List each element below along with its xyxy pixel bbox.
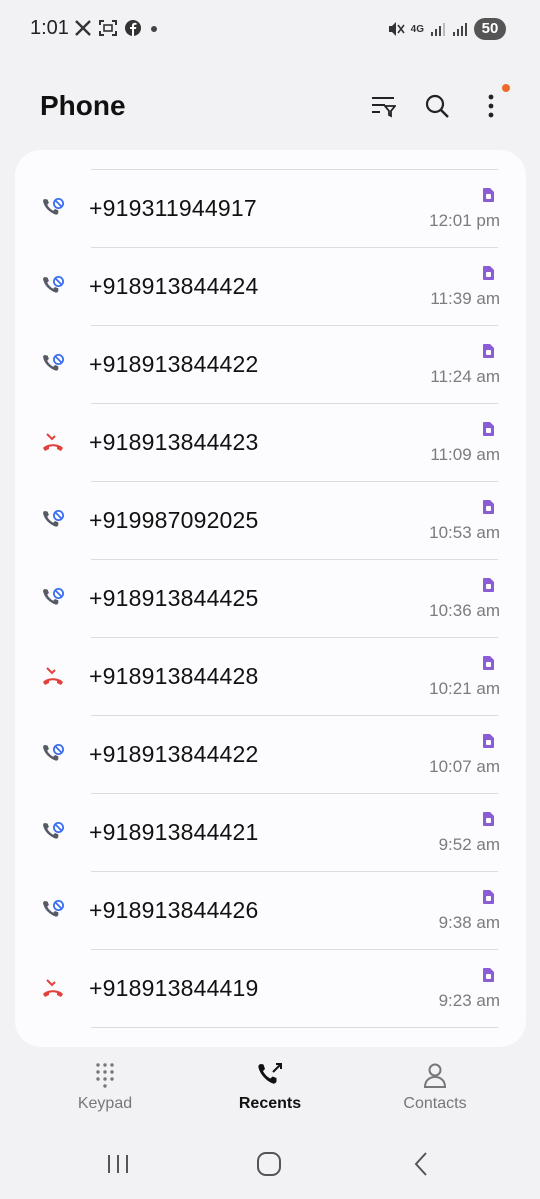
- tab-label: Recents: [238, 1095, 302, 1112]
- notification-dot: [502, 84, 510, 92]
- search-icon: [425, 94, 449, 118]
- phone-number: +918913844425: [89, 585, 259, 611]
- call-time: 11:24 am: [430, 367, 500, 386]
- phone-number: +918913844428: [89, 663, 259, 689]
- search-button[interactable]: [422, 90, 452, 122]
- call-time: 10:07 am: [429, 757, 500, 776]
- tab-label: Keypad: [77, 1095, 133, 1112]
- phone-number: +918913844422: [89, 741, 259, 767]
- blocked-call-icon: [43, 198, 64, 215]
- blocked-call-icon: [43, 276, 64, 293]
- call-time: 9:38 am: [438, 913, 500, 932]
- call-time: 10:21 am: [429, 679, 500, 698]
- home-icon: [257, 1152, 281, 1176]
- sim-icon: [483, 188, 494, 202]
- sim-icon: [483, 968, 494, 982]
- call-log-item[interactable]: +919987092025 10:53 am: [15, 482, 526, 560]
- sim-icon: [483, 890, 494, 904]
- call-time: 9:23 am: [438, 991, 500, 1010]
- phone-number: +918913844423: [89, 429, 259, 455]
- recent-apps-icon: [108, 1155, 128, 1173]
- blocked-call-icon: [43, 588, 64, 605]
- back-icon: [414, 1152, 427, 1176]
- status-system-icons: 4G 50: [387, 18, 506, 40]
- status-notification-icons: [74, 19, 160, 37]
- network-type: 4G: [410, 23, 424, 35]
- partial-list-item: [15, 150, 526, 170]
- phone-number: +919311944917: [89, 195, 257, 221]
- blocked-call-icon: [43, 510, 64, 527]
- call-time: 9:52 am: [438, 835, 500, 854]
- keypad-icon: [96, 1063, 114, 1088]
- call-time: 12:01 pm: [429, 211, 500, 230]
- status-bar: 1:01 4G 50: [0, 0, 540, 60]
- recents-icon: [258, 1063, 282, 1084]
- home-button[interactable]: [254, 1150, 284, 1178]
- tab-contacts[interactable]: Contacts: [345, 1055, 525, 1125]
- call-log-item[interactable]: +918913844423 11:09 am: [15, 404, 526, 482]
- missed-call-icon: [43, 433, 63, 451]
- call-log-item[interactable]: +918913844424 11:39 am: [15, 248, 526, 326]
- app-actions: [368, 84, 510, 122]
- sim-icon: [483, 266, 494, 280]
- phone-number: +918913844419: [89, 975, 259, 1001]
- call-time: 10:53 am: [429, 523, 500, 542]
- missed-call-icon: [43, 667, 63, 685]
- call-time: 11:39 am: [430, 289, 500, 308]
- filter-button[interactable]: [368, 90, 398, 122]
- contacts-icon: [423, 1063, 447, 1088]
- phone-number: +918913844426: [89, 897, 259, 923]
- filter-icon: [372, 97, 396, 118]
- dot-icon: [151, 26, 157, 32]
- bottom-navigation: Keypad Recents Contacts: [0, 1055, 540, 1125]
- sim-icon: [483, 578, 494, 592]
- facebook-icon: [125, 20, 141, 36]
- call-log-item[interactable]: +918913844428 10:21 am: [15, 638, 526, 716]
- signal-icon-2: [453, 23, 467, 36]
- call-time: 11:09 am: [430, 445, 500, 464]
- signal-icon: [431, 23, 445, 36]
- x-icon: [75, 20, 91, 36]
- mute-icon: [388, 22, 405, 36]
- tab-recents[interactable]: Recents: [180, 1055, 360, 1125]
- call-log-item[interactable]: +918913844426 9:38 am: [15, 872, 526, 950]
- sim-icon: [483, 734, 494, 748]
- status-time: 1:01: [30, 17, 69, 39]
- tab-label: Contacts: [403, 1095, 467, 1112]
- call-log-item[interactable]: +918913844422 10:07 am: [15, 716, 526, 794]
- page-title: Phone: [40, 90, 126, 121]
- call-log-item[interactable]: +919311944917 12:01 pm: [15, 170, 526, 248]
- blocked-call-icon: [43, 354, 64, 371]
- phone-number: +918913844422: [89, 351, 259, 377]
- sim-icon: [483, 812, 494, 826]
- sim-icon: [483, 656, 494, 670]
- phone-number: +918913844421: [89, 819, 259, 845]
- more-options-button[interactable]: [476, 84, 510, 122]
- app-bar: Phone: [0, 76, 540, 136]
- call-log-item[interactable]: +918913844419 9:23 am: [15, 950, 526, 1028]
- call-time: 10:36 am: [429, 601, 500, 620]
- blocked-call-icon: [43, 900, 64, 917]
- partial-list-item: [15, 1028, 526, 1047]
- sim-icon: [483, 344, 494, 358]
- phone-number: +918913844424: [89, 273, 259, 299]
- recent-apps-button[interactable]: [103, 1150, 133, 1178]
- sim-icon: [483, 422, 494, 436]
- sim-icon: [483, 500, 494, 514]
- back-button[interactable]: [406, 1150, 436, 1178]
- system-navigation: [0, 1138, 540, 1188]
- blocked-call-icon: [43, 822, 64, 839]
- battery-indicator: 50: [474, 18, 506, 40]
- sim-icon: [481, 1046, 495, 1047]
- call-log-item[interactable]: +918913844422 11:24 am: [15, 326, 526, 404]
- tab-keypad[interactable]: Keypad: [15, 1055, 195, 1125]
- call-log-item[interactable]: +918913844425 10:36 am: [15, 560, 526, 638]
- more-icon: [488, 94, 494, 118]
- call-log-item[interactable]: +918913844421 9:52 am: [15, 794, 526, 872]
- recent-calls-list[interactable]: +919311944917 12:01 pm +918913844424 11:39 …: [15, 150, 526, 1047]
- phone-number: +919987092025: [89, 507, 259, 533]
- missed-call-icon: [43, 979, 63, 997]
- blocked-call-icon: [43, 744, 64, 761]
- screenshot-icon: [99, 20, 117, 36]
